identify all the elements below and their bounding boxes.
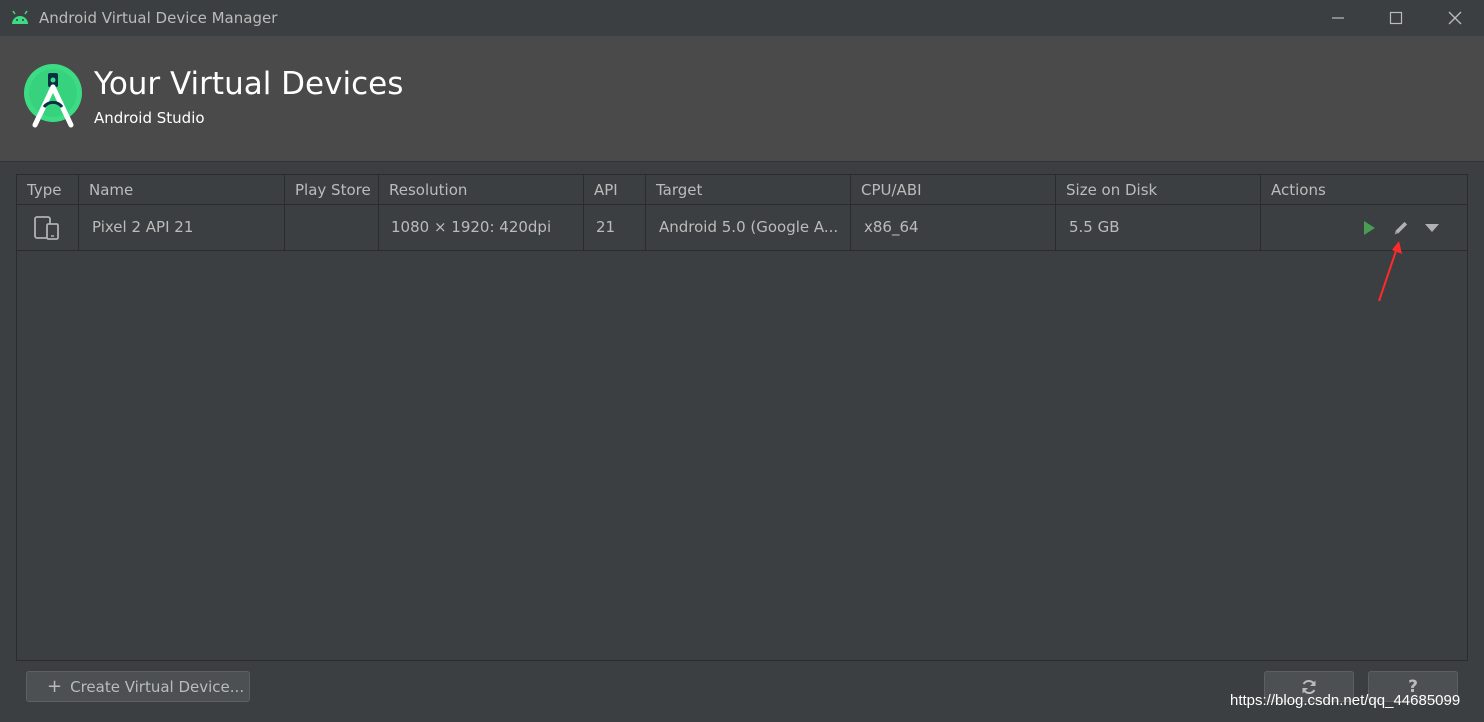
chevron-down-icon xyxy=(1425,224,1439,232)
cell-size-on-disk: 5.5 GB xyxy=(1056,205,1261,250)
table-row[interactable]: Pixel 2 API 21 1080 × 1920: 420dpi 21 An… xyxy=(17,205,1467,251)
avd-manager-window: Android Virtual Device Manager Your Virt… xyxy=(0,0,1484,722)
column-header-play-store[interactable]: Play Store xyxy=(285,175,379,205)
cell-target: Android 5.0 (Google A... xyxy=(646,205,851,250)
maximize-icon xyxy=(1389,11,1403,25)
column-header-api[interactable]: API xyxy=(584,175,646,205)
column-header-size-on-disk[interactable]: Size on Disk xyxy=(1056,175,1261,205)
header-banner: Your Virtual Devices Android Studio xyxy=(0,36,1484,162)
cell-resolution: 1080 × 1920: 420dpi xyxy=(379,205,584,250)
edit-device-button[interactable] xyxy=(1391,218,1411,238)
pencil-icon xyxy=(1394,221,1408,235)
cell-type xyxy=(17,205,79,250)
column-header-actions: Actions xyxy=(1271,181,1326,199)
minimize-icon xyxy=(1332,17,1344,19)
android-studio-logo-icon xyxy=(24,64,82,128)
column-header-type[interactable]: Type xyxy=(17,175,79,205)
minimize-button[interactable] xyxy=(1309,0,1367,36)
cell-name: Pixel 2 API 21 xyxy=(79,205,285,250)
column-header-cpu-abi[interactable]: CPU/ABI xyxy=(851,175,1056,205)
cell-cpu-abi: x86_64 xyxy=(851,205,1056,250)
column-header-target[interactable]: Target xyxy=(646,175,851,205)
cell-play-store xyxy=(285,205,379,250)
android-icon xyxy=(12,10,28,24)
plus-icon: + xyxy=(47,675,63,697)
title-bar: Android Virtual Device Manager xyxy=(0,0,1484,36)
close-button[interactable] xyxy=(1426,0,1484,36)
cell-api: 21 xyxy=(584,205,646,250)
page-title: Your Virtual Devices xyxy=(94,66,404,102)
page-subtitle: Android Studio xyxy=(94,109,205,127)
column-header-name[interactable]: Name xyxy=(79,175,285,205)
annotation-arrow-icon xyxy=(1378,241,1402,302)
phone-tablet-icon xyxy=(34,216,59,240)
watermark-text: https://blog.csdn.net/qq_44685099 xyxy=(1230,692,1461,709)
cell-actions xyxy=(1261,205,1467,250)
column-header-resolution[interactable]: Resolution xyxy=(379,175,584,205)
window-title: Android Virtual Device Manager xyxy=(39,9,278,27)
more-actions-button[interactable] xyxy=(1422,218,1442,238)
create-virtual-device-button[interactable]: + Create Virtual Device... xyxy=(26,671,250,702)
create-virtual-device-label: Create Virtual Device... xyxy=(70,677,245,696)
table-header: Type Name Play Store Resolution API Targ… xyxy=(17,175,1467,205)
play-icon xyxy=(1364,221,1375,235)
devices-table: Type Name Play Store Resolution API Targ… xyxy=(16,174,1468,661)
launch-device-button[interactable] xyxy=(1359,218,1379,238)
maximize-button[interactable] xyxy=(1367,0,1425,36)
close-icon xyxy=(1448,11,1462,25)
